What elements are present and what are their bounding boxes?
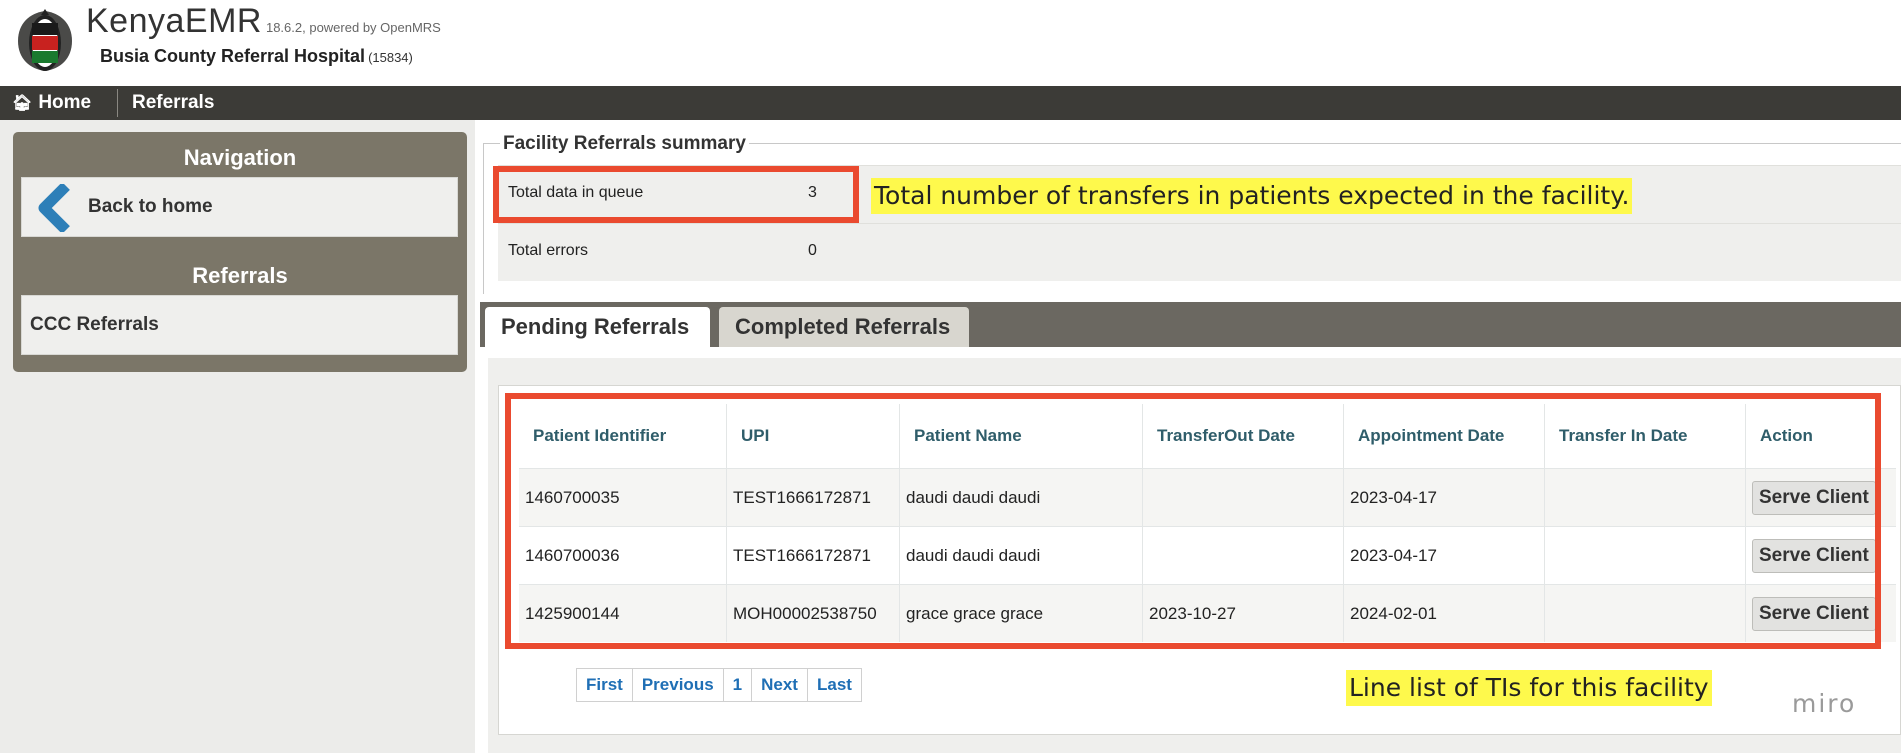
pagination-last-button[interactable]: Last [808, 669, 861, 701]
summary-label: Total errors [508, 242, 589, 259]
ccc-referrals-label: CCC Referrals [30, 314, 159, 335]
pagination-page-button[interactable]: 1 [724, 669, 753, 701]
navigation-heading: Navigation [183, 145, 297, 170]
kenyaemr-logo-icon [18, 9, 72, 71]
app-header: KenyaEMR 18.6.2, powered by OpenMRS Busia… [0, 0, 1901, 84]
home-link[interactable]: 🏠︎ Home [12, 86, 91, 120]
back-to-home-button[interactable]: Back to home [21, 177, 458, 237]
app-version: 18.6.2, powered by OpenMRS [265, 20, 441, 35]
table-highlight-box [505, 393, 1881, 649]
referrals-heading: Referrals [192, 263, 288, 288]
miro-watermark: miro [1792, 689, 1857, 718]
facility-name: Busia County Referral Hospital (15834) [100, 46, 413, 66]
facility-code: (15834) [368, 50, 413, 65]
chevron-left-icon [38, 184, 70, 232]
queue-highlight-box [493, 166, 859, 223]
sidebar-panel: Navigation Back to home Referrals CCC Re… [13, 132, 467, 372]
tab-pending-referrals[interactable]: Pending Referrals [485, 307, 710, 347]
app-title: KenyaEMR 18.6.2, powered by OpenMRS [86, 2, 441, 40]
table-annotation-note: Line list of TIs for this facility [1346, 670, 1712, 706]
nav-divider [117, 89, 118, 117]
summary-title: Facility Referrals summary [500, 133, 749, 155]
queue-annotation-note: Total number of transfers in patients ex… [871, 178, 1633, 214]
pagination-previous-button[interactable]: Previous [633, 669, 724, 701]
back-to-home-label: Back to home [88, 196, 213, 217]
summary-row-errors: Total errors 0 [498, 223, 1901, 281]
tab-completed-referrals[interactable]: Completed Referrals [719, 307, 969, 347]
pagination-next-button[interactable]: Next [752, 669, 808, 701]
summary-value: 0 [808, 242, 817, 259]
breadcrumb-referrals[interactable]: Referrals [132, 86, 214, 120]
sidebar-item-ccc-referrals[interactable]: CCC Referrals [21, 295, 458, 355]
home-icon: 🏠︎ [12, 95, 33, 112]
top-nav-bar: 🏠︎ Home Referrals [0, 86, 1901, 120]
pagination: First Previous 1 Next Last [576, 668, 862, 702]
pagination-first-button[interactable]: First [577, 669, 633, 701]
